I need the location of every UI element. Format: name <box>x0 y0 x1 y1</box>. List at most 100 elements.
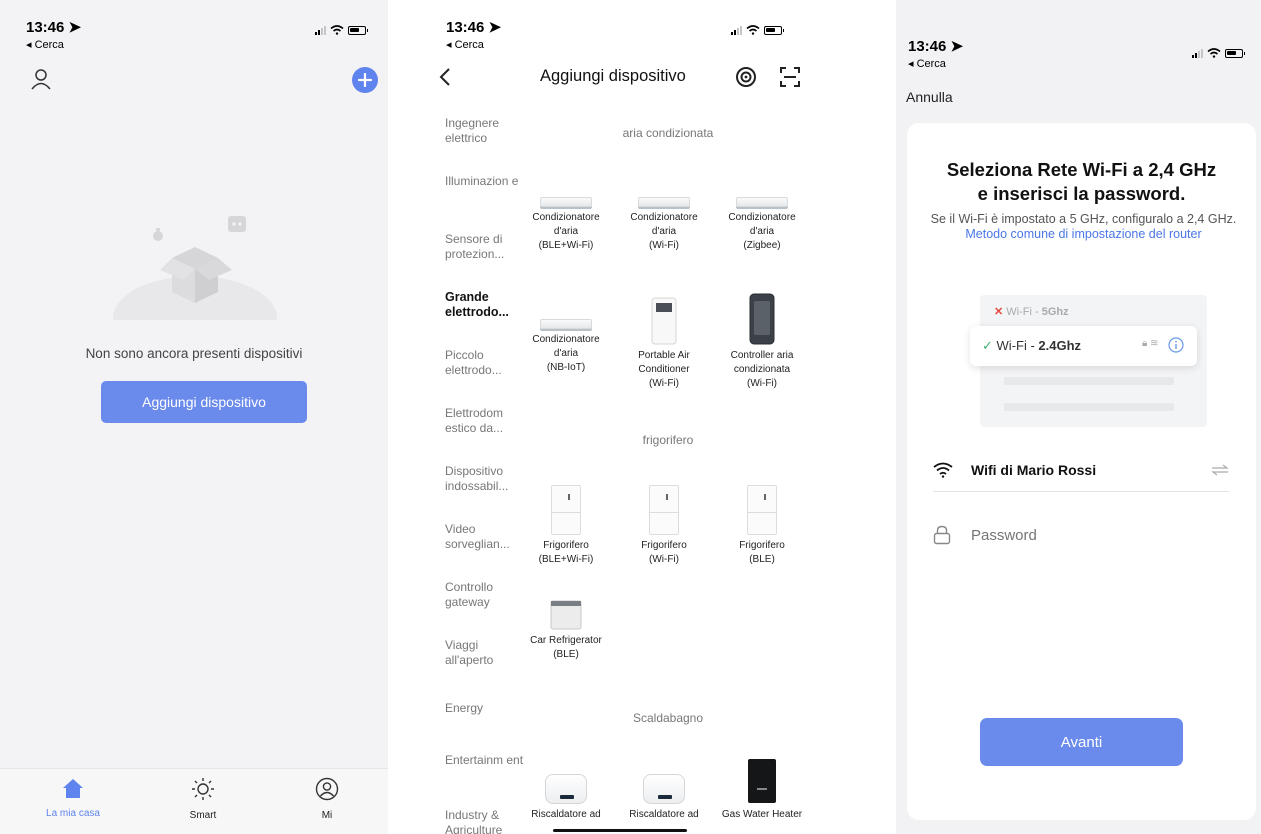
tab-me-label: Mi <box>321 810 333 821</box>
info-icon <box>1168 337 1184 353</box>
qr-scan-icon[interactable] <box>779 66 801 88</box>
router-setup-link[interactable]: Metodo comune di impostazione del router <box>965 227 1201 241</box>
tab-me[interactable]: Mi <box>287 777 367 821</box>
status-time: 13:46 ➤ <box>908 38 964 55</box>
tab-home-label: La mia casa <box>46 808 100 819</box>
profile-icon[interactable] <box>30 68 52 90</box>
device-water-heater-2[interactable]: Riscaldatore ad <box>616 762 712 822</box>
status-back-link[interactable]: ◂ Cerca <box>908 57 946 70</box>
section-title-heater: Scaldabagno <box>632 711 704 725</box>
section-title-ac: aria condizionata <box>622 126 714 140</box>
category-item[interactable]: Elettrodom estico da... <box>445 406 525 436</box>
status-back-link[interactable]: ◂ Cerca <box>26 38 64 51</box>
category-item[interactable]: Video sorveglian... <box>445 522 525 552</box>
device-label: Frigorifero (Wi-Fi) <box>641 540 687 565</box>
wifi-description: Se il Wi-Fi è impostato a 5 GHz, configu… <box>930 212 1237 241</box>
home-icon <box>63 779 83 798</box>
gas-heater-icon <box>748 759 776 803</box>
cancel-button[interactable]: Annulla <box>906 89 953 105</box>
device-label: Portable Air Conditioner (Wi-Fi) <box>638 350 690 389</box>
category-item[interactable]: Industry & Agriculture <box>445 808 525 834</box>
water-heater-icon <box>545 774 587 804</box>
battery-icon <box>764 25 784 35</box>
category-item[interactable]: Energy <box>445 701 525 716</box>
status-time: 13:46 ➤ <box>26 19 82 36</box>
lock-wifi-icons: 🔒︎ ≋ <box>1142 338 1159 349</box>
page-title: Seleziona Rete Wi-Fi a 2,4 GHz e inseris… <box>946 159 1217 204</box>
plus-icon <box>358 73 372 87</box>
section-title-fridge: frigorifero <box>642 433 694 447</box>
category-item[interactable]: Controllo gateway <box>445 580 525 610</box>
add-device-button[interactable]: Aggiungi dispositivo <box>101 381 307 423</box>
status-icons <box>731 25 784 35</box>
device-portable-ac[interactable]: Portable Air Conditioner (Wi-Fi) <box>616 293 712 391</box>
password-field[interactable] <box>933 513 1229 557</box>
status-icons <box>315 25 368 35</box>
device-ac-nbiot[interactable]: Condizionatore d'aria (NB-IoT) <box>518 279 614 375</box>
device-ac-zigbee[interactable]: Condizionatore d'aria (Zigbee) <box>714 157 810 253</box>
category-item[interactable]: Entertainm ent <box>445 753 525 768</box>
auto-scan-icon[interactable] <box>735 66 757 88</box>
device-fridge-ble-wifi[interactable]: Frigorifero (BLE+Wi-Fi) <box>518 485 614 567</box>
cross-icon: ✕ <box>994 306 1004 318</box>
device-ac-wifi[interactable]: Condizionatore d'aria (Wi-Fi) <box>616 157 712 253</box>
category-item[interactable]: Piccolo elettrodo... <box>445 348 525 378</box>
device-water-heater-1[interactable]: Riscaldatore ad <box>518 762 614 822</box>
signal-icon <box>731 25 742 35</box>
category-item[interactable]: Ingegnere elettrico <box>445 116 525 146</box>
car-fridge-icon <box>550 600 582 630</box>
empty-state-text: Non sono ancora presenti dispositivi <box>85 346 303 361</box>
wifi-card: Seleziona Rete Wi-Fi a 2,4 GHz e inseris… <box>907 123 1256 820</box>
wifi-network-field[interactable]: Wifi di Mario Rossi <box>933 448 1229 492</box>
page-title: Aggiungi dispositivo <box>540 67 686 85</box>
device-label: Condizionatore d'aria (Zigbee) <box>728 212 796 251</box>
device-ac-ble-wifi[interactable]: Condizionatore d'aria (BLE+Wi-Fi) <box>518 157 614 253</box>
category-item[interactable]: Dispositivo indossabil... <box>445 464 525 494</box>
password-input[interactable] <box>971 526 1171 544</box>
battery-icon <box>348 25 368 35</box>
air-conditioner-icon <box>540 197 592 207</box>
add-device-plus-button[interactable] <box>352 67 378 93</box>
device-car-refrigerator[interactable]: Car Refrigerator (BLE) <box>518 594 614 662</box>
status-back-link[interactable]: ◂ Cerca <box>446 38 484 51</box>
wifi-icon <box>330 25 344 35</box>
device-ac-controller[interactable]: Controller aria condizionata (Wi-Fi) <box>714 293 810 391</box>
wifi-icon <box>746 25 760 35</box>
next-button[interactable]: Avanti <box>980 718 1183 766</box>
category-item-selected[interactable]: Grande elettrodo... <box>445 290 525 320</box>
wifi-icon <box>933 462 953 478</box>
device-fridge-wifi[interactable]: Frigorifero (Wi-Fi) <box>616 485 712 567</box>
tab-smart[interactable]: Smart <box>163 777 243 821</box>
empty-box-illustration <box>113 216 277 320</box>
device-fridge-ble[interactable]: Frigorifero (BLE) <box>714 485 810 567</box>
air-conditioner-icon <box>638 197 690 207</box>
signal-icon <box>1192 48 1203 58</box>
category-item[interactable]: Illuminazion e <box>445 174 525 189</box>
device-label: Frigorifero (BLE) <box>739 540 785 565</box>
add-device-screen: 13:46 ➤ ◂ Cerca Aggiungi dispositivo Ing… <box>420 0 820 834</box>
category-item[interactable]: Sensore di protezion... <box>445 232 525 262</box>
device-label: Riscaldatore ad <box>531 809 601 820</box>
device-label: Frigorifero (BLE+Wi-Fi) <box>538 540 594 565</box>
category-item[interactable]: Viaggi all'aperto <box>445 638 525 668</box>
tab-home[interactable]: La mia casa <box>33 777 113 819</box>
device-label: Car Refrigerator (BLE) <box>530 635 602 660</box>
signal-icon <box>315 25 326 35</box>
tab-bar: La mia casa Smart Mi <box>0 768 388 834</box>
device-label: Condizionatore d'aria (BLE+Wi-Fi) <box>532 212 600 251</box>
device-label: Condizionatore d'aria (Wi-Fi) <box>630 212 698 251</box>
back-chevron-icon[interactable] <box>438 67 452 87</box>
wifi-setup-screen: 13:46 ➤ ◂ Cerca Annulla Seleziona Rete W… <box>896 0 1261 834</box>
device-label: Condizionatore d'aria (NB-IoT) <box>532 334 600 373</box>
air-conditioner-icon <box>540 319 592 329</box>
status-time: 13:46 ➤ <box>446 19 502 36</box>
user-circle-icon <box>315 777 339 801</box>
switch-network-icon[interactable] <box>1211 464 1229 476</box>
battery-icon <box>1225 48 1245 58</box>
water-heater-icon <box>643 774 685 804</box>
device-gas-water-heater[interactable]: Gas Water Heater <box>714 756 810 822</box>
tab-smart-label: Smart <box>189 810 217 821</box>
illu-5ghz-row: ✕ Wi-Fi - 5Ghz <box>994 306 1069 318</box>
home-indicator <box>553 829 687 832</box>
air-conditioner-icon <box>736 197 788 207</box>
